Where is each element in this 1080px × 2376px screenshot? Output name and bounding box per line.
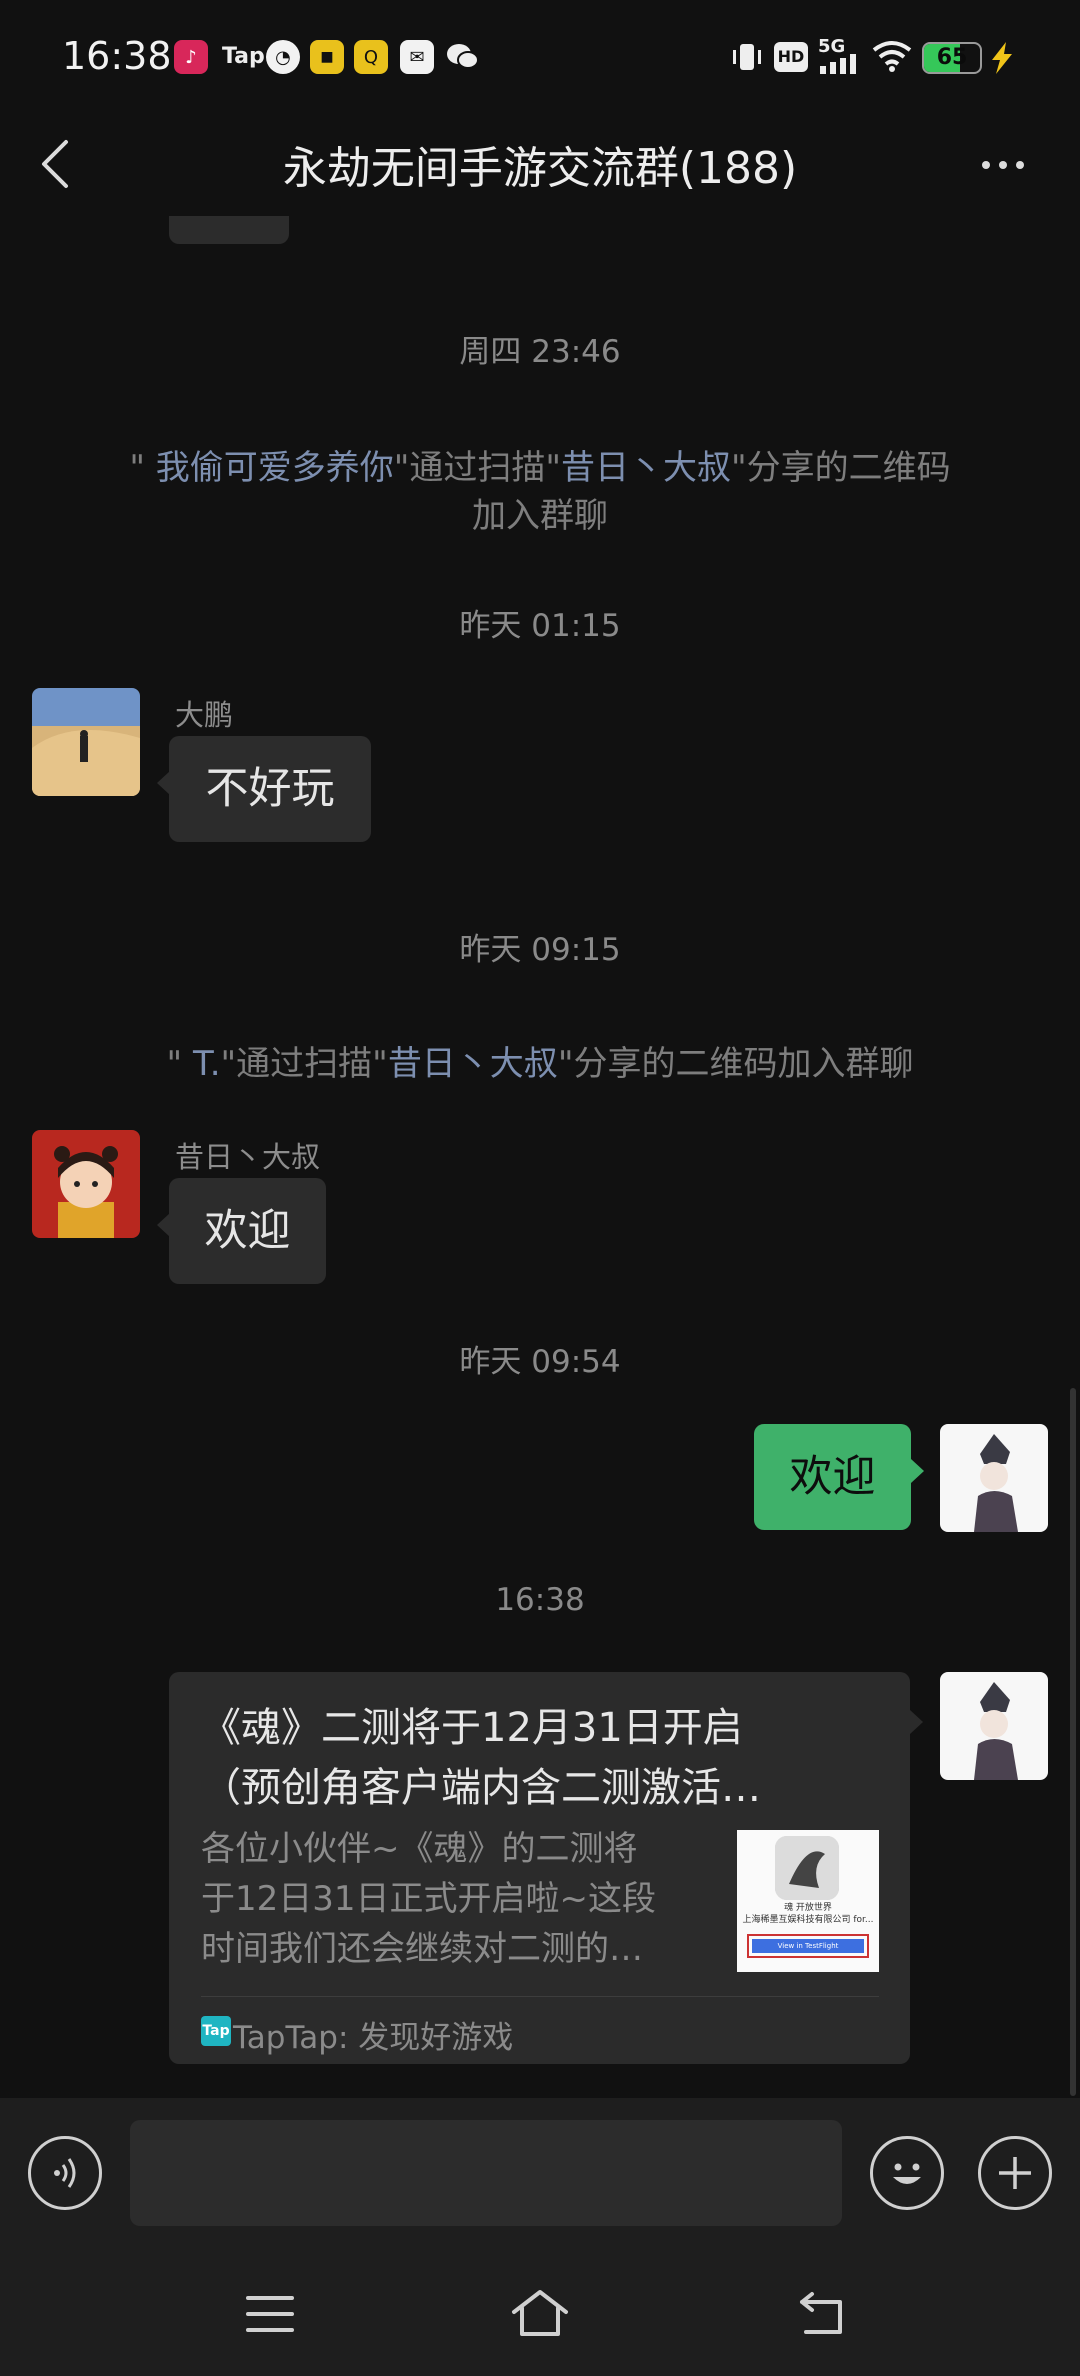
card-thumbnail: 魂 开放世界 上海稀墨互娱科技有限公司 for... View in TestF… xyxy=(737,1830,879,1972)
timestamp: 昨天 09:54 xyxy=(459,1344,621,1380)
user-link[interactable]: 我偷可爱多养你 xyxy=(156,448,394,488)
charging-icon xyxy=(992,42,1012,74)
emoji-button[interactable] xyxy=(870,2136,944,2210)
status-bar: 16:38 ♪ Tap ◔ ■ Q ✉ HD 5G 65 xyxy=(0,0,1080,120)
battery-indicator: 65 xyxy=(922,42,982,74)
timestamp: 昨天 01:15 xyxy=(459,608,621,644)
message-input[interactable] xyxy=(130,2120,842,2226)
my-avatar[interactable] xyxy=(940,1424,1048,1532)
plus-icon xyxy=(999,2157,1031,2189)
status-time: 16:38 xyxy=(62,34,172,78)
vibrate-icon xyxy=(733,44,761,70)
mail-icon: ✉ xyxy=(400,40,434,74)
taptap-icon: Tap xyxy=(222,44,265,69)
chat-title: 永劫无间手游交流群(188) xyxy=(282,143,798,194)
timestamp: 16:38 xyxy=(495,1582,585,1618)
sender-name: 昔日丶大叔 xyxy=(175,1140,321,1174)
input-bar xyxy=(0,2098,1080,2248)
shared-link-card[interactable]: 《魂》二测将于12月31日开启 （预创角客户端内含二测激活… 各位小伙伴~《魂》… xyxy=(169,1672,923,2064)
timestamp: 昨天 09:15 xyxy=(459,932,621,968)
avatar[interactable] xyxy=(32,688,140,796)
speed-icon: ◔ xyxy=(266,40,300,74)
tiktok-icon: ♪ xyxy=(174,40,208,74)
user-link[interactable]: T. xyxy=(193,1044,221,1084)
q-icon: Q xyxy=(354,40,388,74)
card-title: 《魂》二测将于12月31日开启 （预创角客户端内含二测激活… xyxy=(201,1705,761,1811)
smiley-icon xyxy=(893,2163,921,2184)
message-bubble[interactable]: 不好玩 xyxy=(157,736,371,842)
wechat-icon xyxy=(446,40,480,74)
more-options-button[interactable] xyxy=(978,145,1028,185)
system-message-line: 加入群聊 xyxy=(472,496,608,536)
thumb-caption: 魂 开放世界 上海稀墨互娱科技有限公司 for... xyxy=(742,1903,874,1925)
card-divider xyxy=(201,1996,879,1997)
hd-icon: HD xyxy=(774,42,808,72)
voice-input-button[interactable] xyxy=(28,2136,102,2210)
voice-icon xyxy=(54,2158,76,2188)
more-functions-button[interactable] xyxy=(978,2136,1052,2210)
inviter-link[interactable]: 昔日丶大叔 xyxy=(388,1044,558,1084)
timestamp: 周四 23:46 xyxy=(459,334,621,370)
message-bubble[interactable]: 欢迎 xyxy=(157,1178,326,1284)
signal-icon xyxy=(820,54,856,74)
home-icon[interactable] xyxy=(510,2288,570,2338)
sender-name: 大鹏 xyxy=(175,698,234,732)
system-message-join: " T."通过扫描"昔日丶大叔"分享的二维码加入群聊 xyxy=(166,1044,914,1084)
partial-message-bubble xyxy=(169,216,289,244)
game-app-icon xyxy=(775,1836,839,1900)
inviter-link[interactable]: 昔日丶大叔 xyxy=(561,448,731,488)
system-message-join: " 我偷可爱多养你"通过扫描"昔日丶大叔"分享的二维码 加入群聊 xyxy=(40,444,1040,540)
message-bubble-sent[interactable]: 欢迎 xyxy=(754,1424,924,1530)
manga-icon: ■ xyxy=(310,40,344,74)
card-source: TapTap: 发现好游戏 xyxy=(233,2020,514,2056)
back-nav-icon[interactable] xyxy=(796,2288,850,2338)
system-nav-bar xyxy=(0,2248,1080,2376)
taptap-icon: Tap xyxy=(201,2016,231,2046)
wifi-icon xyxy=(872,41,912,72)
chat-scrollbar[interactable] xyxy=(1070,1388,1076,2096)
card-description: 各位小伙伴~《魂》的二测将 于12日31日正式开启啦~这段 时间我们还会继续对二… xyxy=(201,1829,657,1969)
system-message-line: " 我偷可爱多养你"通过扫描"昔日丶大叔"分享的二维码 xyxy=(129,448,951,488)
my-avatar[interactable] xyxy=(940,1672,1048,1780)
menu-icon[interactable] xyxy=(246,2294,294,2334)
battery-level: 65 xyxy=(936,45,968,70)
thumb-button-frame: View in TestFlight xyxy=(747,1934,869,1958)
avatar[interactable] xyxy=(32,1130,140,1238)
